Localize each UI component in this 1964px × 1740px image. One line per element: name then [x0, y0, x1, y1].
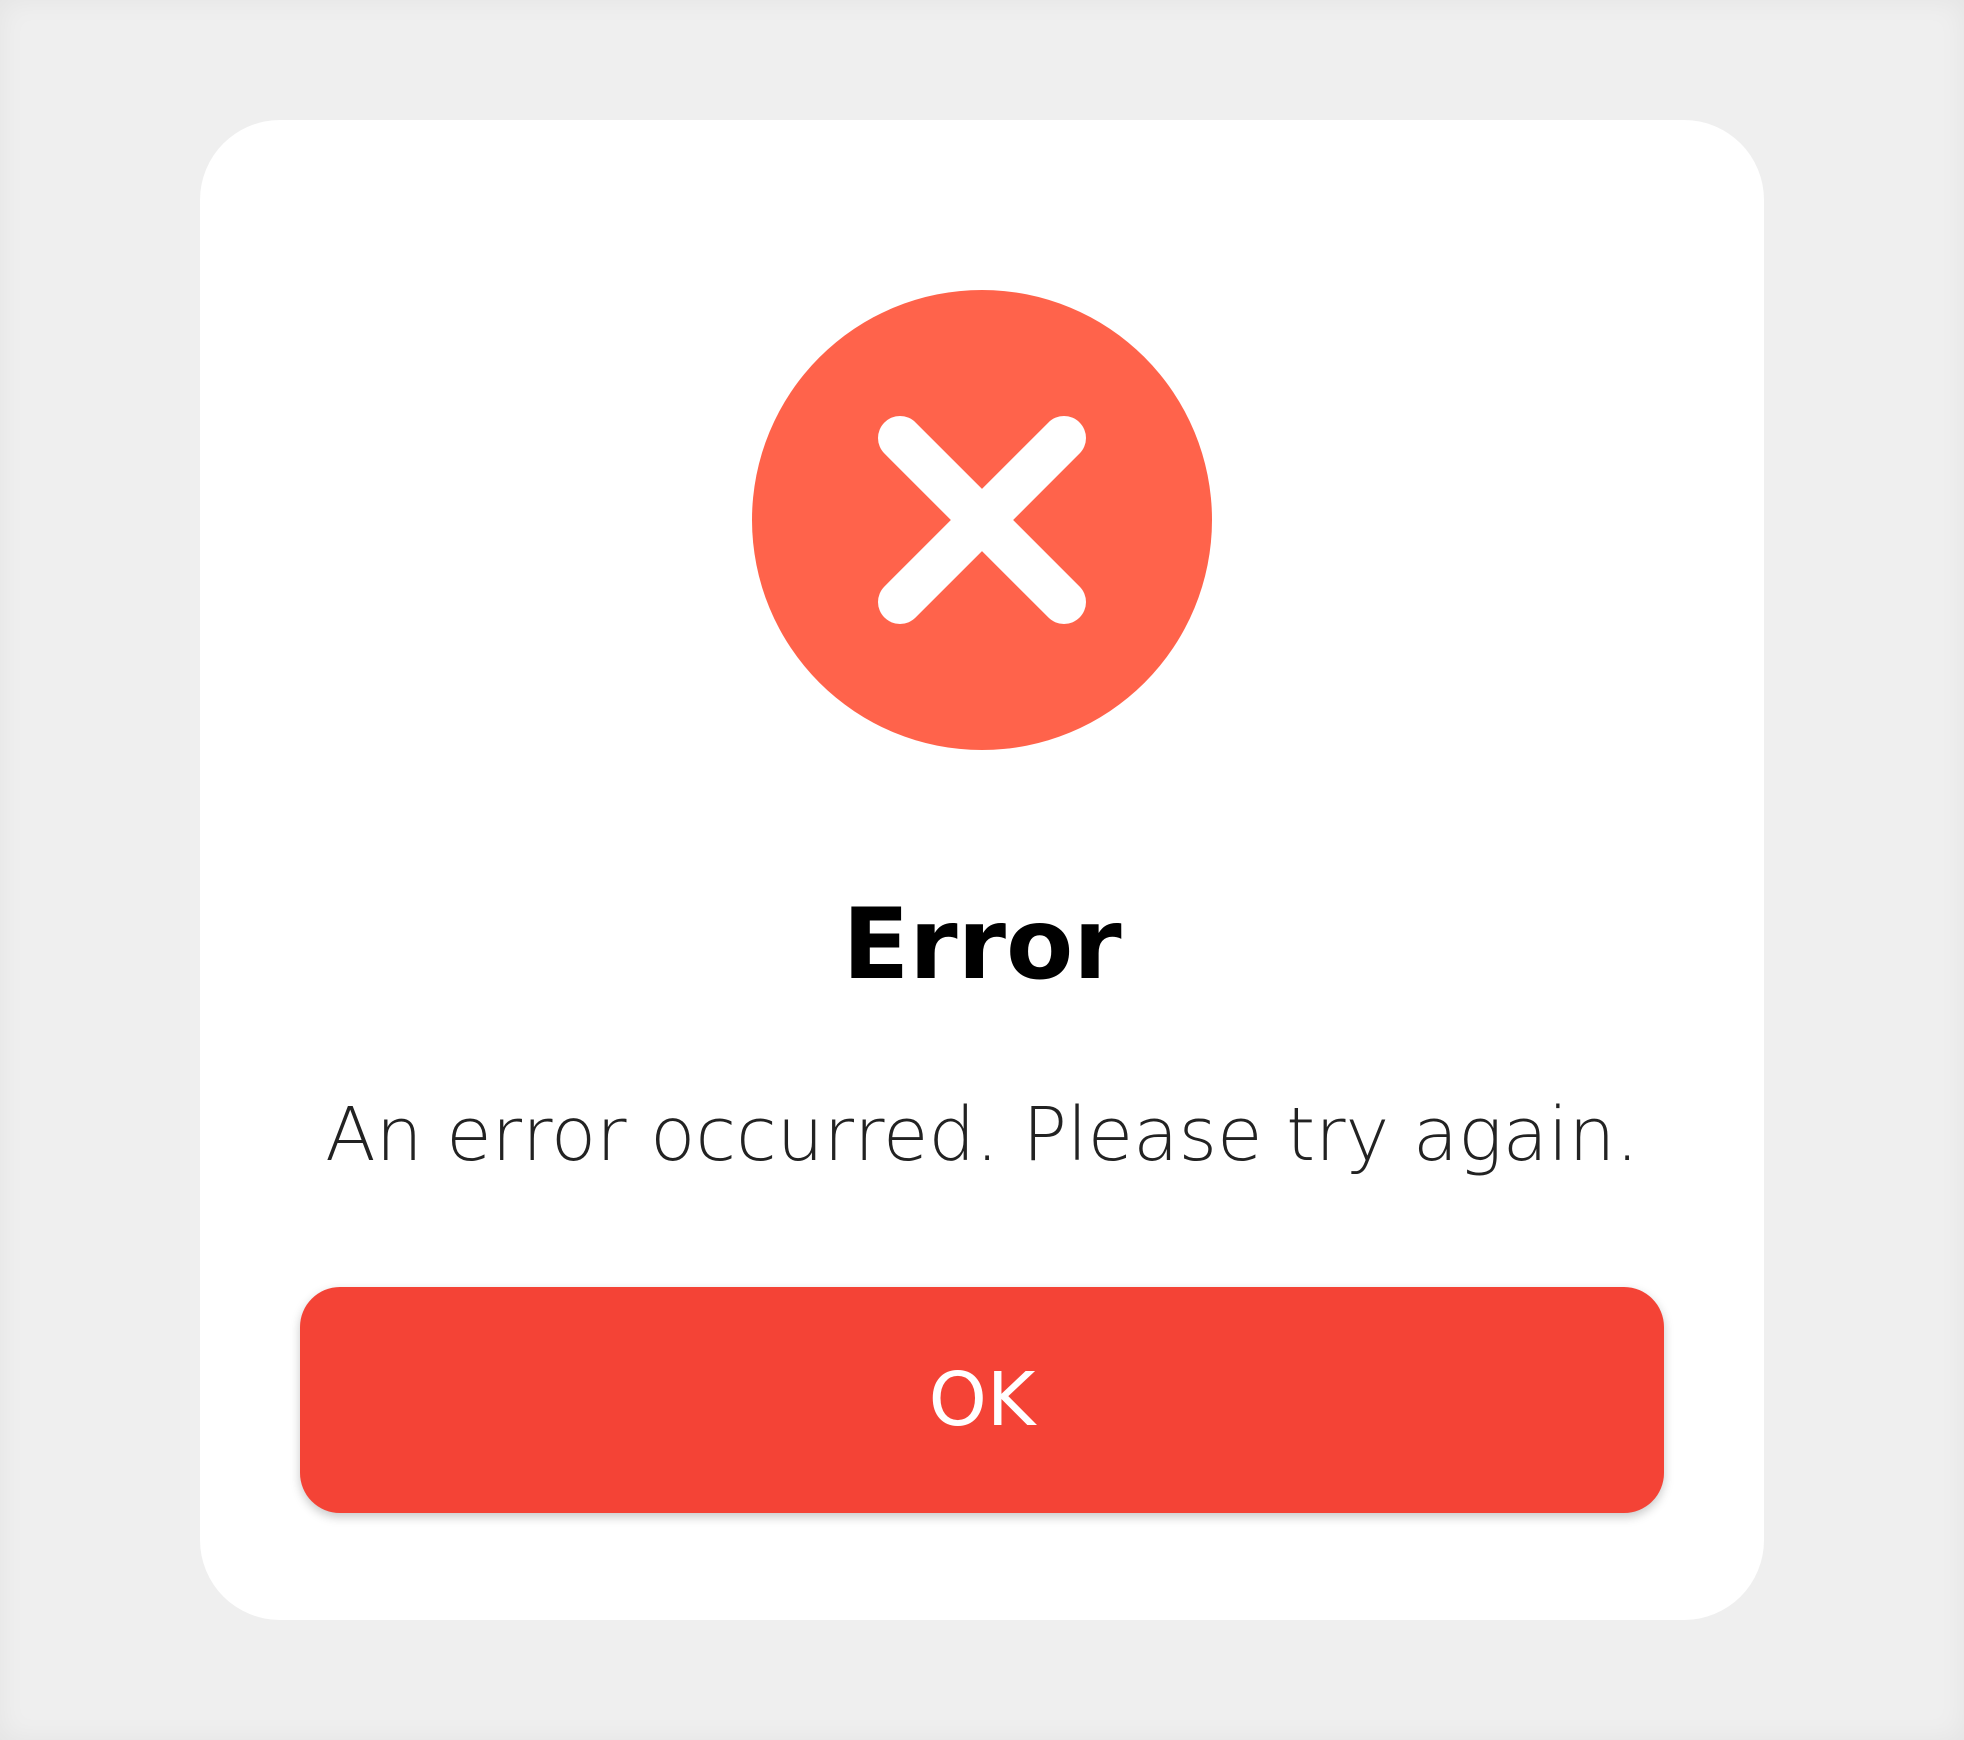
dialog-title: Error	[842, 888, 1122, 1002]
dialog-message: An error occurred. Please try again.	[325, 1092, 1639, 1178]
error-icon-circle	[752, 290, 1212, 750]
screen-background: Error An error occurred. Please try agai…	[0, 0, 1964, 1740]
ok-button[interactable]: OK	[300, 1287, 1664, 1513]
close-icon	[878, 416, 1086, 624]
error-dialog: Error An error occurred. Please try agai…	[200, 120, 1764, 1620]
